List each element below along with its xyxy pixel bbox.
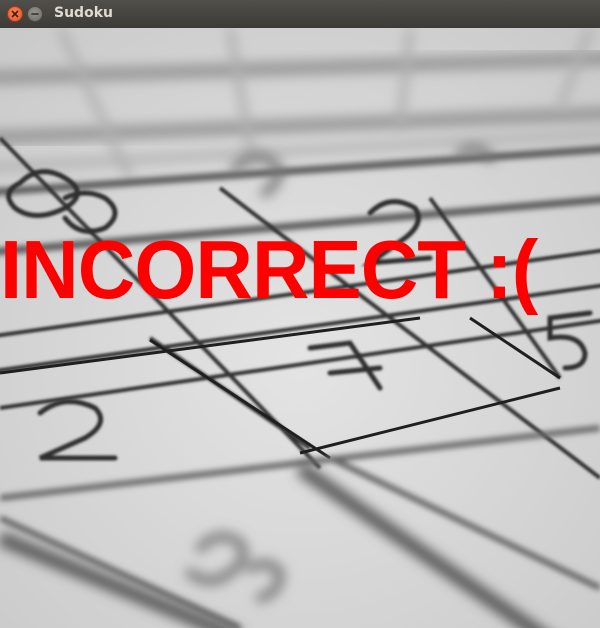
close-button[interactable] <box>7 6 23 22</box>
sudoku-background-image <box>0 28 600 628</box>
window-title: Sudoku <box>54 5 113 21</box>
result-message: INCORRECT :( <box>0 223 538 316</box>
title-bar[interactable]: Sudoku <box>0 0 600 29</box>
app-window: Sudoku INCORRECT:( <box>0 0 600 628</box>
game-view: INCORRECT :( <box>0 28 600 628</box>
close-icon <box>11 10 19 18</box>
minimize-icon <box>31 13 39 15</box>
minimize-button[interactable] <box>27 6 43 22</box>
